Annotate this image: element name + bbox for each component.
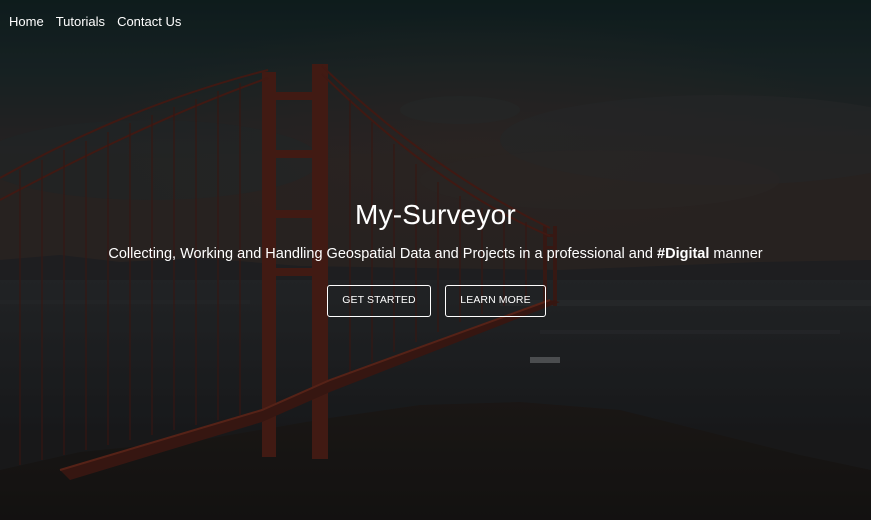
nav-link-tutorials[interactable]: Tutorials <box>56 14 105 30</box>
hero-subtitle-digital-hashtag: #Digital <box>657 246 710 262</box>
hero-subtitle-text: Collecting, Working and Handling Geospat… <box>108 246 658 262</box>
hero-content: My-Surveyor Collecting, Working and Hand… <box>0 196 871 317</box>
hero-section: Home Tutorials Contact Us My-Surveyor Co… <box>0 0 871 520</box>
nav-link-home[interactable]: Home <box>9 14 44 30</box>
hero-subtitle: Collecting, Working and Handling Geospat… <box>0 243 871 265</box>
nav-link-contact-us[interactable]: Contact Us <box>117 14 181 30</box>
hero-buttons: GET STARTED LEARN MORE <box>0 285 871 317</box>
hero-title: My-Surveyor <box>355 199 516 230</box>
get-started-button[interactable]: GET STARTED <box>327 285 431 317</box>
top-navigation: Home Tutorials Contact Us <box>9 14 193 30</box>
hero-subtitle-end: manner <box>709 246 763 262</box>
learn-more-button[interactable]: LEARN MORE <box>445 285 546 317</box>
